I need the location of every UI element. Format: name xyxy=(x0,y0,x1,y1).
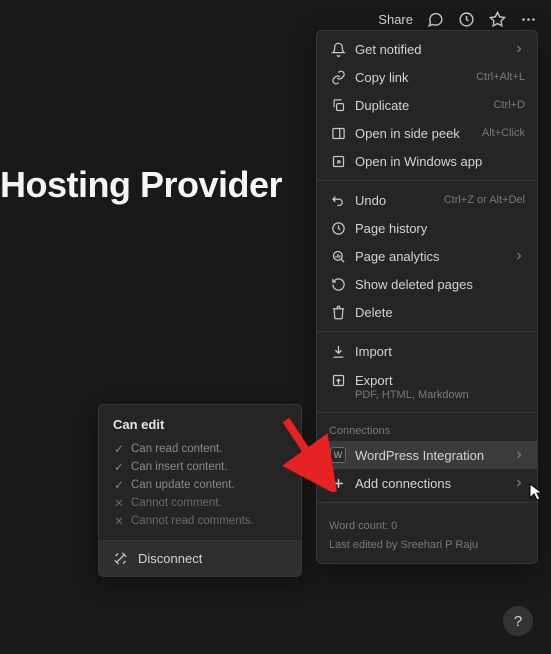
menu-item-label: Page history xyxy=(355,221,525,236)
menu-page-analytics[interactable]: Page analytics xyxy=(317,242,537,270)
plus-icon xyxy=(329,476,347,491)
x-icon: ✕ xyxy=(113,514,125,528)
bell-icon xyxy=(329,42,347,57)
permission-item: ✓ Can update content. xyxy=(99,476,301,494)
last-edited-text: Last edited by Sreehari P Raju xyxy=(329,536,525,555)
menu-delete[interactable]: Delete xyxy=(317,298,537,326)
help-label: ? xyxy=(514,613,522,630)
permission-text: Cannot read comments. xyxy=(131,515,254,527)
topbar: Share xyxy=(0,0,551,34)
menu-export[interactable]: Export xyxy=(317,365,537,393)
permission-text: Can update content. xyxy=(131,479,235,491)
check-icon: ✓ xyxy=(113,442,125,456)
star-icon[interactable] xyxy=(489,11,506,28)
menu-divider xyxy=(317,331,537,332)
menu-get-notified[interactable]: Get notified xyxy=(317,35,537,63)
x-icon: ✕ xyxy=(113,496,125,510)
menu-item-label: Page analytics xyxy=(355,249,505,264)
import-icon xyxy=(329,344,347,359)
permission-item: ✓ Can read content. xyxy=(99,440,301,458)
menu-item-label: Delete xyxy=(355,305,525,320)
menu-divider xyxy=(317,412,537,413)
menu-item-label: Duplicate xyxy=(355,98,486,113)
chevron-right-icon xyxy=(513,477,525,489)
menu-add-connections[interactable]: Add connections xyxy=(317,469,537,497)
menu-item-label: Undo xyxy=(355,193,436,208)
check-icon: ✓ xyxy=(113,460,125,474)
share-button[interactable]: Share xyxy=(378,12,413,27)
export-icon xyxy=(329,373,347,388)
permission-item: ✕ Cannot comment. xyxy=(99,494,301,512)
disconnect-label: Disconnect xyxy=(138,551,202,566)
permissions-popover: Can edit ✓ Can read content. ✓ Can insert c… xyxy=(98,404,302,577)
popover-title: Can edit xyxy=(99,415,301,440)
menu-divider xyxy=(317,180,537,181)
chevron-right-icon xyxy=(513,449,525,461)
permission-text: Cannot comment. xyxy=(131,497,222,509)
external-icon xyxy=(329,154,347,169)
menu-show-deleted-pages[interactable]: Show deleted pages xyxy=(317,270,537,298)
disconnect-icon xyxy=(113,551,128,566)
menu-undo[interactable]: Undo Ctrl+Z or Alt+Del xyxy=(317,186,537,214)
restore-icon xyxy=(329,277,347,292)
menu-item-label: Open in side peek xyxy=(355,126,474,141)
menu-item-label: Export xyxy=(355,373,525,388)
menu-item-label: Open in Windows app xyxy=(355,154,525,169)
side-peek-icon xyxy=(329,126,347,141)
trash-icon xyxy=(329,305,347,320)
menu-page-history[interactable]: Page history xyxy=(317,214,537,242)
menu-item-label: Import xyxy=(355,344,525,359)
shortcut-label: Alt+Click xyxy=(482,127,525,139)
word-count-text: Word count: 0 xyxy=(329,517,525,536)
menu-item-label: Add connections xyxy=(355,476,505,491)
help-button[interactable]: ? xyxy=(503,606,533,636)
history-icon xyxy=(329,221,347,236)
menu-item-label: Show deleted pages xyxy=(355,277,525,292)
menu-copy-link[interactable]: Copy link Ctrl+Alt+L xyxy=(317,63,537,91)
shortcut-label: Ctrl+D xyxy=(494,99,525,111)
menu-open-side-peek[interactable]: Open in side peek Alt+Click xyxy=(317,119,537,147)
permission-item: ✓ Can insert content. xyxy=(99,458,301,476)
comments-icon[interactable] xyxy=(427,11,444,28)
menu-footer: Word count: 0 Last edited by Sreehari P … xyxy=(317,508,537,559)
duplicate-icon xyxy=(329,98,347,113)
connections-section-label: Connections xyxy=(317,418,537,441)
check-icon: ✓ xyxy=(113,478,125,492)
link-icon xyxy=(329,70,347,85)
page-context-menu: Get notified Copy link Ctrl+Alt+L Duplic… xyxy=(316,30,538,564)
chevron-right-icon xyxy=(513,43,525,55)
disconnect-button[interactable]: Disconnect xyxy=(99,540,301,576)
menu-divider xyxy=(317,502,537,503)
more-icon[interactable] xyxy=(520,11,537,28)
undo-icon xyxy=(329,193,347,208)
menu-item-label: Get notified xyxy=(355,42,505,57)
analytics-icon xyxy=(329,249,347,264)
menu-item-label: Copy link xyxy=(355,70,468,85)
permission-text: Can read content. xyxy=(131,443,222,455)
menu-wordpress-integration[interactable]: W WordPress Integration xyxy=(317,441,537,469)
clock-icon[interactable] xyxy=(458,11,475,28)
permission-item: ✕ Cannot read comments. xyxy=(99,512,301,530)
shortcut-label: Ctrl+Z or Alt+Del xyxy=(444,194,525,206)
menu-open-windows-app[interactable]: Open in Windows app xyxy=(317,147,537,175)
menu-import[interactable]: Import xyxy=(317,337,537,365)
chevron-right-icon xyxy=(513,250,525,262)
shortcut-label: Ctrl+Alt+L xyxy=(476,71,525,83)
menu-duplicate[interactable]: Duplicate Ctrl+D xyxy=(317,91,537,119)
wordpress-icon: W xyxy=(329,447,347,463)
menu-item-label: WordPress Integration xyxy=(355,448,505,463)
permission-text: Can insert content. xyxy=(131,461,228,473)
page-title: Hosting Provider xyxy=(0,164,282,206)
permissions-list: ✓ Can read content. ✓ Can insert content. ✓ C… xyxy=(99,440,301,530)
